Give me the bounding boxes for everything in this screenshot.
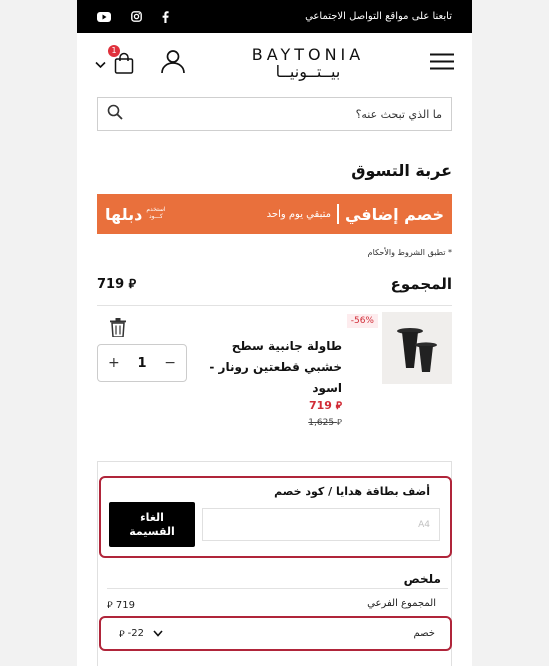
promo-banner[interactable]: خصم إضافي متبقي يوم واحد استخدم كـــود د… — [97, 194, 452, 234]
discount-value: ⃁ -22 — [119, 627, 163, 640]
product-price-amount: 719 — [308, 399, 332, 412]
product-name[interactable]: طاولة جانبية سطح خشبي قطعتين رونار - اسو… — [197, 336, 342, 399]
cart-button[interactable]: 1 — [108, 45, 136, 75]
quantity-decrease-button[interactable]: − — [164, 355, 176, 371]
product-old-price: 1,625 ⃁ — [308, 417, 342, 428]
product-old-price-amount: 1,625 — [308, 418, 335, 428]
promo-code-label: استخدم كـــود — [146, 207, 165, 220]
summary-divider — [107, 588, 448, 589]
promo-main-text: خصم إضافي — [344, 204, 444, 224]
summary-title: ملخص — [403, 572, 441, 586]
coupon-label: أضف بطاقة هدايا / كود خصم — [274, 485, 430, 498]
total-row: المجموع 719 ⃁ — [97, 275, 452, 306]
page-title: عربة التسوق — [351, 161, 452, 180]
promo-separator — [336, 204, 339, 224]
logo-arabic: بيــتــونيــا — [275, 61, 341, 81]
promo-code-text: دبلها — [105, 204, 143, 224]
quantity-increase-button[interactable]: + — [108, 355, 120, 371]
quantity-stepper: + 1 − — [97, 344, 187, 382]
search-bar — [97, 97, 452, 131]
chevron-down-icon[interactable] — [153, 630, 163, 637]
header-actions: 1 — [95, 45, 186, 78]
subtotal-row: المجموع الفرعي ⃁ 719 — [107, 598, 436, 611]
promo-code: استخدم كـــود دبلها — [105, 205, 166, 224]
total-amount: 719 — [97, 277, 125, 292]
chevron-down-icon[interactable] — [95, 54, 106, 73]
riyal-icon: ⃁ — [107, 600, 113, 611]
total-value: 719 ⃁ — [97, 276, 136, 292]
cancel-coupon-button[interactable]: الغاء القسيمة — [109, 502, 195, 547]
cart-count-badge: 1 — [108, 45, 120, 57]
top-bar: تابعنا على مواقع التواصل الاجتماعي — [77, 0, 472, 33]
instagram-icon[interactable] — [131, 11, 142, 22]
subtotal-label: المجموع الفرعي — [367, 598, 436, 609]
social-links — [97, 10, 169, 23]
discount-amount: -22 — [127, 628, 144, 639]
quantity-value[interactable]: 1 — [137, 356, 146, 371]
riyal-icon: ⃁ — [335, 400, 342, 412]
hamburger-menu-icon[interactable] — [429, 53, 454, 74]
search-icon[interactable] — [107, 104, 123, 124]
promo-left: خصم إضافي متبقي يوم واحد — [267, 204, 444, 224]
facebook-icon[interactable] — [162, 10, 169, 23]
discount-label: خصم — [413, 628, 435, 639]
product-image[interactable] — [382, 312, 452, 384]
discount-row[interactable]: خصم ⃁ -22 — [99, 616, 452, 651]
site-header: 1 BAYTONIA بيــتــونيــا — [77, 38, 472, 88]
follow-us-text: تابعنا على مواقع التواصل الاجتماعي — [305, 11, 452, 22]
discount-badge: 56%- — [346, 314, 378, 328]
riyal-icon: ⃁ — [336, 418, 342, 428]
riyal-icon: ⃁ — [119, 629, 125, 640]
subtotal-amount: 719 — [115, 600, 135, 611]
total-label: المجموع — [390, 275, 452, 293]
terms-note: * تطبق الشروط والأحكام — [367, 248, 452, 257]
promo-code-label-line2: كـــود — [149, 213, 163, 220]
coupon-section: أضف بطاقة هدايا / كود خصم الغاء القسيمة — [99, 476, 452, 558]
subtotal-value: ⃁ 719 — [107, 598, 135, 611]
cart-item: 56%- طاولة جانبية سطح خشبي قطعتين رونار … — [97, 306, 452, 456]
trash-icon[interactable] — [110, 318, 126, 341]
riyal-icon: ⃁ — [128, 277, 137, 291]
user-account-icon[interactable] — [160, 48, 186, 78]
search-input[interactable] — [123, 107, 442, 121]
page-frame: تابعنا على مواقع التواصل الاجتماعي 1 BAY… — [77, 0, 472, 666]
product-price: 719 ⃁ — [309, 398, 342, 412]
logo-english: BAYTONIA — [251, 44, 365, 64]
promo-sub-text: متبقي يوم واحد — [266, 208, 331, 220]
site-logo[interactable]: BAYTONIA بيــتــونيــا — [251, 44, 365, 81]
youtube-icon[interactable] — [97, 11, 111, 22]
coupon-input[interactable] — [202, 508, 440, 541]
